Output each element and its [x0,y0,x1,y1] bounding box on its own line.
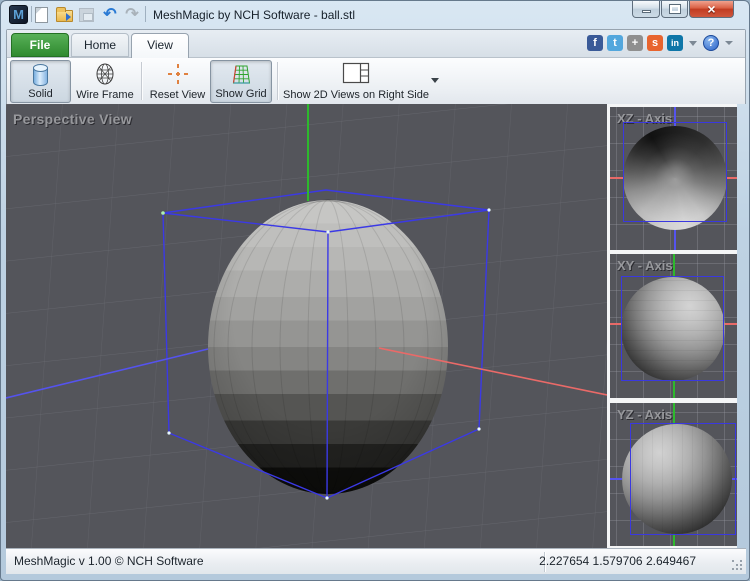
toolbar-dropdown-icon[interactable] [431,78,439,83]
resize-grip[interactable] [732,560,734,562]
xz-axis-viewport[interactable]: XZ - Axis [610,107,737,250]
yz-view-label: YZ - Axis [617,407,672,422]
divider [141,62,142,100]
wireframe-button[interactable]: Wire Frame [73,60,137,103]
social-links: f t + s in ? [587,35,735,51]
tab-strip: File Home View f t + s in ? [7,30,745,57]
reset-view-button[interactable]: Reset View [146,60,209,103]
window-title: MeshMagic by NCH Software - ball.stl [153,8,355,22]
yz-bounding-box [630,423,736,535]
redo-icon[interactable]: ↷ [123,4,141,22]
new-document-icon[interactable] [35,7,48,23]
googleplus-icon[interactable]: + [627,35,643,51]
perspective-scene [6,104,607,548]
twitter-icon[interactable]: t [607,35,623,51]
divider [145,6,146,22]
wireframe-icon [93,62,117,86]
xy-view-label: XY - Axis [617,258,673,273]
perspective-viewport[interactable]: Perspective View [6,104,607,548]
solid-icon [33,65,48,86]
maximize-icon [670,5,680,13]
tab-file[interactable]: File [11,33,69,57]
xz-bounding-box [623,122,727,222]
side-views-panel: XZ - Axis XY - Axis YZ - Axis [607,104,737,548]
xy-bounding-box [621,276,724,381]
facebook-icon[interactable]: f [587,35,603,51]
divider [277,62,278,100]
cursor-coordinates: 2.227654 1.579706 2.649467 [539,554,696,568]
solid-button[interactable]: Solid [10,60,71,103]
app-info-text: MeshMagic v 1.00 © NCH Software [14,554,204,568]
show-grid-button[interactable]: Show Grid [210,60,272,103]
toolbar: Solid Wire Frame [7,57,745,104]
undo-icon[interactable]: ↶ [101,4,119,22]
yz-axis-viewport[interactable]: YZ - Axis [610,403,737,546]
viewport-label: Perspective View [13,111,132,127]
close-button[interactable]: × [689,1,734,18]
titlebar[interactable]: M ↶ ↷ MeshMagic by NCH Software - ball.s… [1,1,750,29]
xy-axis-viewport[interactable]: XY - Axis [610,254,737,398]
show-grid-icon [229,63,253,87]
reset-view-icon [166,62,190,86]
tab-home[interactable]: Home [71,33,129,57]
open-file-icon[interactable] [56,10,73,22]
tab-view[interactable]: View [131,33,189,58]
app-logo-icon: M [9,5,28,24]
help-dropdown-icon[interactable] [725,41,733,45]
divider [31,6,32,22]
statusbar: MeshMagic v 1.00 © NCH Software 2.227654… [6,548,746,574]
minimize-icon [642,10,651,13]
save-icon[interactable] [79,8,94,22]
maximize-button[interactable] [661,1,688,18]
help-icon[interactable]: ? [703,35,719,51]
stumbleupon-icon[interactable]: s [647,35,663,51]
show-2d-views-button[interactable]: Show 2D Views on Right Side [283,60,429,103]
linkedin-icon[interactable]: in [667,35,683,51]
close-icon: × [707,2,715,16]
chevron-down-icon[interactable] [689,41,697,46]
app-window: M ↶ ↷ MeshMagic by NCH Software - ball.s… [0,0,750,581]
show-2d-views-icon [342,62,370,84]
minimize-button[interactable] [632,1,660,18]
ribbon: File Home View f t + s in ? Solid [6,29,746,104]
